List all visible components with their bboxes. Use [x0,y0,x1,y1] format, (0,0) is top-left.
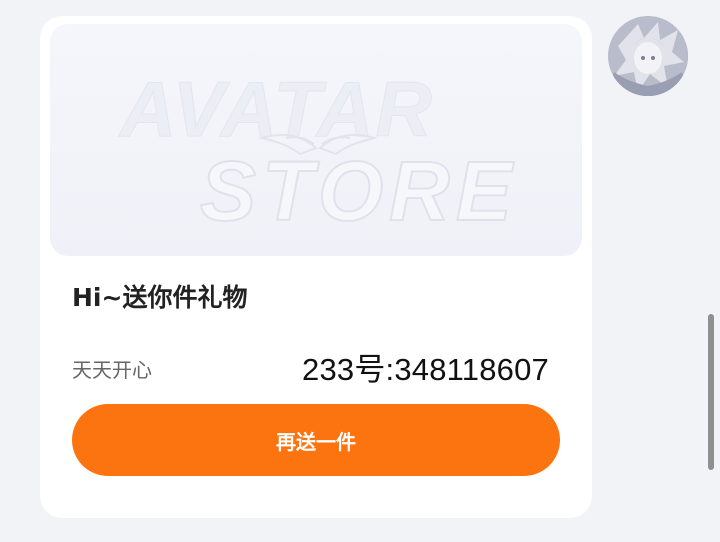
scrollbar[interactable] [708,314,714,470]
logo-line2: STORE [200,144,518,238]
gift-message-card[interactable]: AVATAR STORE Hi~送你件礼物 天天开心 233号:34811860… [40,16,592,518]
gift-subtitle: 天天开心 [72,358,152,382]
logo-line1: AVATAR [118,65,434,153]
send-again-label: 再送一件 [276,431,356,454]
account-id-text: 233号:348118607 [302,352,550,387]
user-avatar[interactable] [608,16,688,96]
avatar-store-logo: AVATAR STORE [118,65,518,240]
gift-banner-image: AVATAR STORE [50,24,582,256]
send-again-button[interactable]: 再送一件 [72,404,560,476]
gift-title: Hi~送你件礼物 [72,283,248,312]
avatar-image-icon [608,16,688,96]
